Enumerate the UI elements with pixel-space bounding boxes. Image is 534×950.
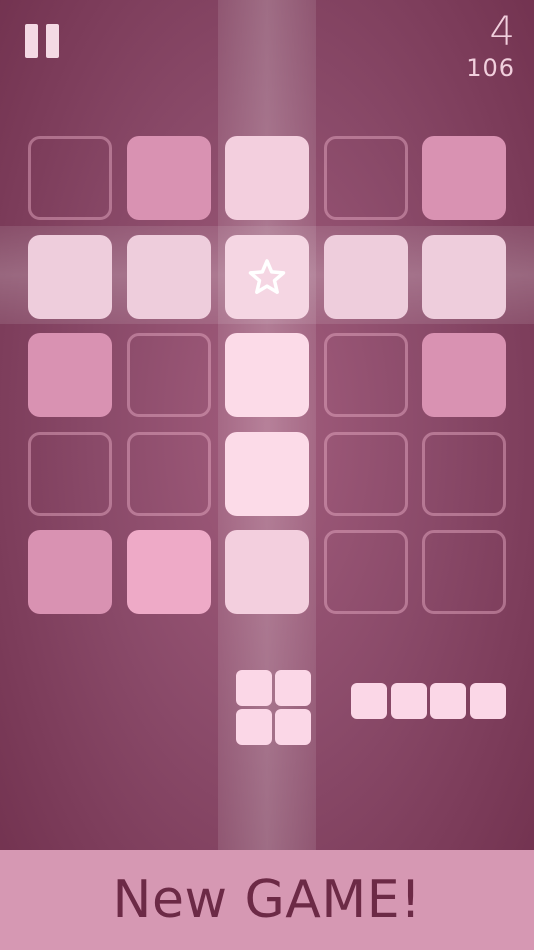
- filled-cell[interactable]: [324, 235, 408, 319]
- new-game-label: New GAME!: [112, 870, 422, 930]
- filled-cell[interactable]: [225, 530, 309, 614]
- empty-cell[interactable]: [422, 432, 506, 516]
- filled-cell[interactable]: [225, 432, 309, 516]
- piece-block: [351, 683, 387, 719]
- level-counter: 4: [489, 9, 515, 55]
- filled-cell[interactable]: [127, 136, 211, 220]
- score-panel: 4 106: [466, 12, 515, 80]
- filled-cell[interactable]: [28, 333, 112, 417]
- empty-cell[interactable]: [28, 136, 112, 220]
- filled-cell[interactable]: [422, 136, 506, 220]
- empty-cell[interactable]: [324, 432, 408, 516]
- filled-cell[interactable]: [422, 235, 506, 319]
- star-icon: [225, 235, 309, 319]
- score-counter: 106: [466, 54, 515, 82]
- piece-block: [430, 683, 466, 719]
- empty-cell[interactable]: [28, 432, 112, 516]
- empty-cell[interactable]: [324, 530, 408, 614]
- star-cell[interactable]: [225, 235, 309, 319]
- empty-cell[interactable]: [127, 432, 211, 516]
- filled-cell[interactable]: [225, 136, 309, 220]
- piece-block: [236, 709, 272, 745]
- piece-block: [275, 670, 311, 706]
- new-game-button[interactable]: New GAME!: [0, 850, 534, 950]
- pause-button[interactable]: [22, 24, 62, 60]
- empty-cell[interactable]: [422, 530, 506, 614]
- empty-cell[interactable]: [127, 333, 211, 417]
- piece-block: [275, 709, 311, 745]
- piece-block: [236, 670, 272, 706]
- filled-cell[interactable]: [28, 235, 112, 319]
- filled-cell[interactable]: [28, 530, 112, 614]
- pause-icon: [25, 24, 38, 58]
- pause-icon-bar: [46, 24, 59, 58]
- empty-cell[interactable]: [324, 333, 408, 417]
- piece-block: [391, 683, 427, 719]
- empty-cell[interactable]: [324, 136, 408, 220]
- filled-cell[interactable]: [422, 333, 506, 417]
- filled-cell[interactable]: [127, 235, 211, 319]
- filled-cell[interactable]: [127, 530, 211, 614]
- filled-cell[interactable]: [225, 333, 309, 417]
- piece-block: [470, 683, 506, 719]
